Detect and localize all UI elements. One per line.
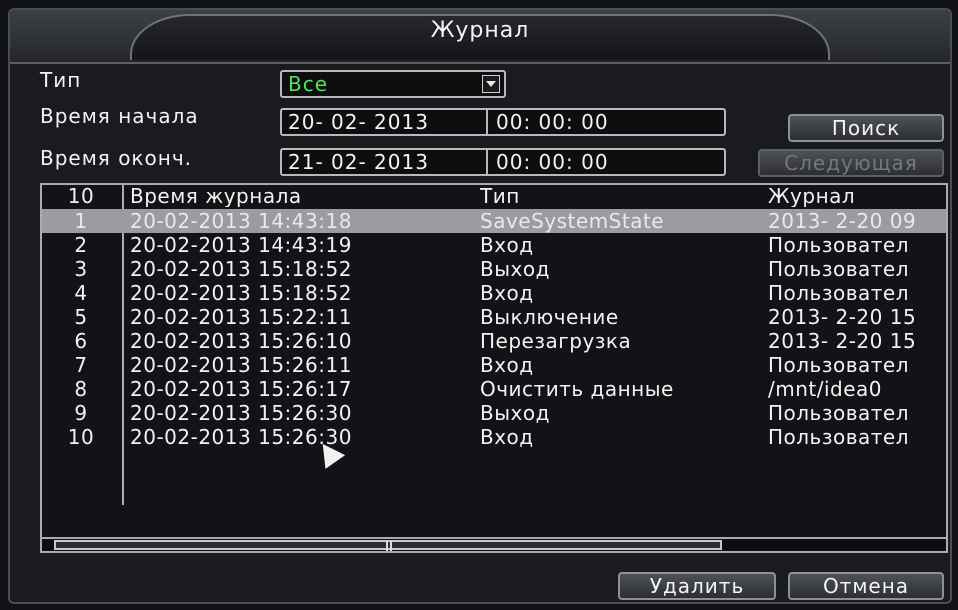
row-number: 8 bbox=[74, 377, 88, 401]
end-time-value[interactable]: 00: 00: 00 bbox=[486, 150, 609, 174]
chevron-down-icon[interactable] bbox=[482, 75, 500, 93]
end-datetime-field[interactable]: 21- 02- 2013 00: 00: 00 bbox=[280, 148, 726, 176]
table-row[interactable]: 1 20-02-2013 14:43:18 SaveSystemState 20… bbox=[42, 209, 946, 233]
row-time: 20-02-2013 15:26:30 bbox=[130, 401, 352, 425]
row-type: Выключение bbox=[480, 305, 619, 329]
row-log: 2013- 2-20 15 bbox=[768, 329, 917, 353]
row-log: Пользовател bbox=[768, 353, 909, 377]
row-type: Очистить данные bbox=[480, 377, 674, 401]
row-time: 20-02-2013 15:26:11 bbox=[130, 353, 352, 377]
row-log: Пользовател bbox=[768, 401, 909, 425]
type-select[interactable]: Все bbox=[280, 70, 506, 98]
row-type: SaveSystemState bbox=[480, 209, 665, 233]
table-row[interactable]: 4 20-02-2013 15:18:52 Вход Пользовател bbox=[42, 281, 946, 305]
next-button[interactable]: Следующая bbox=[758, 149, 944, 177]
row-log: Пользовател bbox=[768, 257, 909, 281]
header-type: Тип bbox=[480, 185, 520, 207]
table-row[interactable]: 6 20-02-2013 15:26:10 Перезагрузка 2013-… bbox=[42, 329, 946, 353]
row-time: 20-02-2013 15:26:30 bbox=[130, 425, 352, 449]
type-select-value: Все bbox=[288, 72, 329, 96]
row-time: 20-02-2013 15:18:52 bbox=[130, 281, 352, 305]
row-type: Вход bbox=[480, 281, 534, 305]
row-number: 5 bbox=[74, 305, 88, 329]
header-log: Журнал bbox=[768, 185, 856, 207]
type-label: Тип bbox=[40, 68, 82, 92]
row-log: 2013- 2-20 15 bbox=[768, 305, 917, 329]
table-row[interactable]: 2 20-02-2013 14:43:19 Вход Пользовател bbox=[42, 233, 946, 257]
row-type: Перезагрузка bbox=[480, 329, 632, 353]
header-count: 10 bbox=[67, 185, 95, 207]
row-log: /mnt/idea0 bbox=[768, 377, 883, 401]
delete-button[interactable]: Удалить bbox=[618, 572, 776, 600]
row-number: 1 bbox=[74, 209, 88, 233]
row-type: Вход bbox=[480, 233, 534, 257]
header-time: Время журнала bbox=[130, 185, 302, 207]
table-row[interactable]: 3 20-02-2013 15:18:52 Выход Пользовател bbox=[42, 257, 946, 281]
table-row[interactable]: 10 20-02-2013 15:26:30 Вход Пользовател bbox=[42, 425, 946, 449]
row-number: 6 bbox=[74, 329, 88, 353]
row-time: 20-02-2013 15:22:11 bbox=[130, 305, 352, 329]
titlebar: Журнал bbox=[10, 10, 950, 64]
row-number: 4 bbox=[74, 281, 88, 305]
window-title: Журнал bbox=[430, 18, 530, 43]
log-table: 10 Время журнала Тип Журнал 1 20-02-2013… bbox=[40, 183, 948, 547]
row-log: Пользовател bbox=[768, 281, 909, 305]
start-datetime-field[interactable]: 20- 02- 2013 00: 00: 00 bbox=[280, 108, 726, 136]
row-type: Вход bbox=[480, 353, 534, 377]
row-number: 10 bbox=[67, 425, 95, 449]
scrollbar-thumb[interactable] bbox=[54, 540, 722, 551]
start-date-value[interactable]: 20- 02- 2013 bbox=[288, 110, 429, 134]
row-time: 20-02-2013 15:18:52 bbox=[130, 257, 352, 281]
end-time-label: Время оконч. bbox=[40, 146, 192, 170]
row-log: 2013- 2-20 09 bbox=[768, 209, 917, 233]
grip-icon bbox=[386, 541, 392, 551]
row-number: 2 bbox=[74, 233, 88, 257]
end-date-value[interactable]: 21- 02- 2013 bbox=[288, 150, 429, 174]
row-time: 20-02-2013 14:43:19 bbox=[130, 233, 352, 257]
row-number: 3 bbox=[74, 257, 88, 281]
row-number: 9 bbox=[74, 401, 88, 425]
row-time: 20-02-2013 15:26:17 bbox=[130, 377, 352, 401]
search-button[interactable]: Поиск bbox=[788, 114, 944, 142]
table-row[interactable]: 5 20-02-2013 15:22:11 Выключение 2013- 2… bbox=[42, 305, 946, 329]
row-time: 20-02-2013 15:26:10 bbox=[130, 329, 352, 353]
table-row[interactable]: 8 20-02-2013 15:26:17 Очистить данные /m… bbox=[42, 377, 946, 401]
row-number: 7 bbox=[74, 353, 88, 377]
row-log: Пользовател bbox=[768, 233, 909, 257]
table-row[interactable]: 9 20-02-2013 15:26:30 Выход Пользовател bbox=[42, 401, 946, 425]
start-time-value[interactable]: 00: 00: 00 bbox=[486, 110, 609, 134]
table-header: 10 Время журнала Тип Журнал bbox=[42, 185, 946, 211]
row-time: 20-02-2013 14:43:18 bbox=[130, 209, 352, 233]
row-log: Пользовател bbox=[768, 425, 909, 449]
row-type: Вход bbox=[480, 425, 534, 449]
row-type: Выход bbox=[480, 401, 550, 425]
start-time-label: Время начала bbox=[40, 104, 199, 128]
horizontal-scrollbar[interactable] bbox=[40, 537, 948, 553]
cancel-button[interactable]: Отмена bbox=[788, 572, 944, 600]
table-row[interactable]: 7 20-02-2013 15:26:11 Вход Пользовател bbox=[42, 353, 946, 377]
row-type: Выход bbox=[480, 257, 550, 281]
log-window: Журнал Тип Все Время начала 20- 02- 2013… bbox=[8, 8, 952, 604]
